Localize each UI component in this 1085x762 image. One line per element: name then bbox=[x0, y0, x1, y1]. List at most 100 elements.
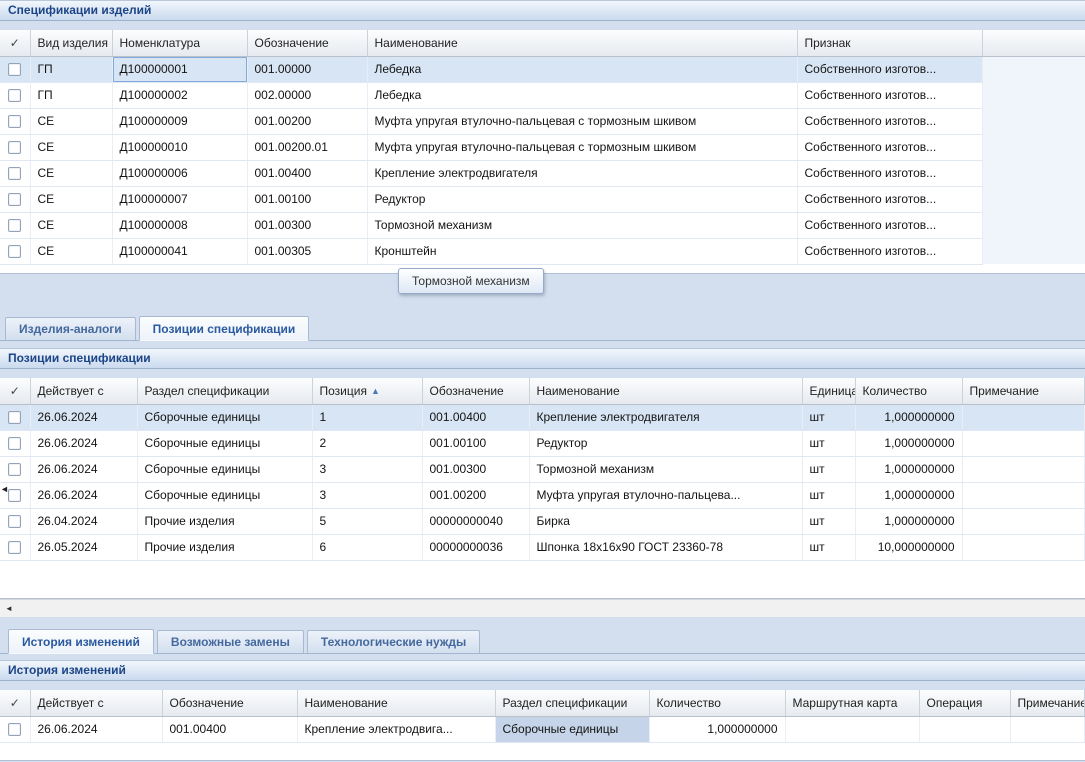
table-row[interactable]: 26.05.2024Прочие изделия600000000036Шпон… bbox=[0, 534, 1085, 560]
cell-designation[interactable]: 001.00100 bbox=[247, 186, 367, 212]
cell-designation[interactable]: 001.00305 bbox=[247, 238, 367, 264]
cell-name[interactable]: Кронштейн bbox=[367, 238, 797, 264]
cell-vid[interactable]: СЕ bbox=[30, 134, 112, 160]
cell-position[interactable]: 5 bbox=[312, 508, 422, 534]
col-header-section[interactable]: Раздел спецификации bbox=[137, 378, 312, 404]
cell-designation[interactable]: 001.00000 bbox=[247, 56, 367, 82]
col-header-date[interactable]: Действует с bbox=[30, 690, 162, 716]
cell-name[interactable]: Муфта упругая втулочно-пальцевая с тормо… bbox=[367, 134, 797, 160]
cell-nomenclature[interactable]: Д100000009 bbox=[112, 108, 247, 134]
cell-date[interactable]: 26.06.2024 bbox=[30, 404, 137, 430]
row-checkbox[interactable] bbox=[8, 437, 21, 450]
cell-operation[interactable] bbox=[919, 716, 1010, 742]
cell-attribute[interactable]: Собственного изготов... bbox=[797, 238, 982, 264]
cell-vid[interactable]: СЕ bbox=[30, 160, 112, 186]
cell-attribute[interactable]: Собственного изготов... bbox=[797, 186, 982, 212]
cell-designation[interactable]: 002.00000 bbox=[247, 82, 367, 108]
cell-section[interactable]: Прочие изделия bbox=[137, 508, 312, 534]
cell-vid[interactable]: СЕ bbox=[30, 108, 112, 134]
col-header-qty[interactable]: Количество bbox=[855, 378, 962, 404]
cell-name[interactable]: Крепление электродвигателя bbox=[367, 160, 797, 186]
cell-nomenclature[interactable]: Д100000008 bbox=[112, 212, 247, 238]
cell-unit[interactable]: шт bbox=[802, 534, 855, 560]
table-row[interactable]: 26.06.2024Сборочные единицы2001.00100Ред… bbox=[0, 430, 1085, 456]
col-header-name[interactable]: Наименование bbox=[297, 690, 495, 716]
table-row[interactable]: СЕД100000009001.00200Муфта упругая втуло… bbox=[0, 108, 1085, 134]
col-header-position[interactable]: Позиция▲ bbox=[312, 378, 422, 404]
cell-nomenclature[interactable]: Д100000041 bbox=[112, 238, 247, 264]
cell-section[interactable]: Сборочные единицы bbox=[137, 456, 312, 482]
cell-designation[interactable]: 001.00200.01 bbox=[247, 134, 367, 160]
cell-nomenclature[interactable]: Д100000002 bbox=[112, 82, 247, 108]
cell-unit[interactable]: шт bbox=[802, 508, 855, 534]
cell-date[interactable]: 26.06.2024 bbox=[30, 716, 162, 742]
cell-unit[interactable]: шт bbox=[802, 482, 855, 508]
cell-designation[interactable]: 00000000036 bbox=[422, 534, 529, 560]
cell-designation[interactable]: 001.00100 bbox=[422, 430, 529, 456]
cell-attribute[interactable]: Собственного изготов... bbox=[797, 108, 982, 134]
tab-change-history[interactable]: История изменений bbox=[8, 629, 154, 654]
table-row[interactable]: СЕД100000006001.00400Крепление электродв… bbox=[0, 160, 1085, 186]
tab-technological-needs[interactable]: Технологические нужды bbox=[307, 630, 480, 653]
select-all-header[interactable]: ✓ bbox=[0, 378, 30, 404]
horizontal-scrollbar[interactable]: ◄ bbox=[0, 599, 1085, 617]
splitter-collapse-icon[interactable]: ◄ bbox=[0, 483, 9, 495]
cell-name[interactable]: Крепление электродвига... bbox=[297, 716, 495, 742]
cell-designation[interactable]: 001.00200 bbox=[422, 482, 529, 508]
cell-name[interactable]: Бирка bbox=[529, 508, 802, 534]
row-checkbox[interactable] bbox=[8, 63, 21, 76]
col-header-note[interactable]: Примечание bbox=[1010, 690, 1085, 716]
cell-designation[interactable]: 001.00300 bbox=[247, 212, 367, 238]
cell-vid[interactable]: ГП bbox=[30, 82, 112, 108]
col-header-vid[interactable]: Вид изделия bbox=[30, 30, 112, 56]
row-checkbox[interactable] bbox=[8, 723, 21, 736]
cell-qty[interactable]: 1,000000000 bbox=[855, 508, 962, 534]
cell-unit[interactable]: шт bbox=[802, 456, 855, 482]
table-row[interactable]: СЕД100000008001.00300Тормозной механизмС… bbox=[0, 212, 1085, 238]
cell-position[interactable]: 1 bbox=[312, 404, 422, 430]
cell-note[interactable] bbox=[962, 508, 1085, 534]
table-row[interactable]: ГПД100000001001.00000ЛебедкаСобственного… bbox=[0, 56, 1085, 82]
row-checkbox[interactable] bbox=[8, 167, 21, 180]
tab-spec-positions[interactable]: Позиции спецификации bbox=[139, 316, 310, 341]
table-row[interactable]: 26.06.2024001.00400Крепление электродвиг… bbox=[0, 716, 1085, 742]
cell-attribute[interactable]: Собственного изготов... bbox=[797, 56, 982, 82]
cell-vid[interactable]: ГП bbox=[30, 56, 112, 82]
cell-note[interactable] bbox=[962, 534, 1085, 560]
tab-possible-replacements[interactable]: Возможные замены bbox=[157, 630, 304, 653]
table-row[interactable]: СЕД100000007001.00100РедукторСобственног… bbox=[0, 186, 1085, 212]
cell-designation[interactable]: 001.00400 bbox=[162, 716, 297, 742]
row-checkbox[interactable] bbox=[8, 541, 21, 554]
cell-position[interactable]: 3 bbox=[312, 482, 422, 508]
cell-name[interactable]: Редуктор bbox=[367, 186, 797, 212]
cell-unit[interactable]: шт bbox=[802, 404, 855, 430]
col-header-nomenclature[interactable]: Номенклатура bbox=[112, 30, 247, 56]
cell-date[interactable]: 26.05.2024 bbox=[30, 534, 137, 560]
col-header-unit[interactable]: Единица bbox=[802, 378, 855, 404]
row-checkbox[interactable] bbox=[8, 489, 21, 502]
row-checkbox[interactable] bbox=[8, 193, 21, 206]
col-header-name[interactable]: Наименование bbox=[367, 30, 797, 56]
cell-name[interactable]: Редуктор bbox=[529, 430, 802, 456]
cell-unit[interactable]: шт bbox=[802, 430, 855, 456]
cell-name[interactable]: Муфта упругая втулочно-пальцевая с тормо… bbox=[367, 108, 797, 134]
cell-attribute[interactable]: Собственного изготов... bbox=[797, 212, 982, 238]
cell-note[interactable] bbox=[962, 430, 1085, 456]
row-checkbox[interactable] bbox=[8, 411, 21, 424]
cell-date[interactable]: 26.06.2024 bbox=[30, 430, 137, 456]
table-row[interactable]: 26.04.2024Прочие изделия500000000040Бирк… bbox=[0, 508, 1085, 534]
col-header-attribute[interactable]: Признак bbox=[797, 30, 982, 56]
cell-name[interactable]: Лебедка bbox=[367, 56, 797, 82]
table-row[interactable]: СЕД100000010001.00200.01Муфта упругая вт… bbox=[0, 134, 1085, 160]
cell-attribute[interactable]: Собственного изготов... bbox=[797, 82, 982, 108]
cell-designation[interactable]: 001.00400 bbox=[247, 160, 367, 186]
col-header-designation[interactable]: Обозначение bbox=[247, 30, 367, 56]
cell-name[interactable]: Крепление электродвигателя bbox=[529, 404, 802, 430]
cell-date[interactable]: 26.06.2024 bbox=[30, 456, 137, 482]
table-row[interactable]: СЕД100000041001.00305КронштейнСобственно… bbox=[0, 238, 1085, 264]
cell-name[interactable]: Тормозной механизм bbox=[367, 212, 797, 238]
cell-section[interactable]: Прочие изделия bbox=[137, 534, 312, 560]
col-header-route[interactable]: Маршрутная карта bbox=[785, 690, 919, 716]
cell-note[interactable] bbox=[962, 482, 1085, 508]
cell-section[interactable]: Сборочные единицы bbox=[137, 404, 312, 430]
